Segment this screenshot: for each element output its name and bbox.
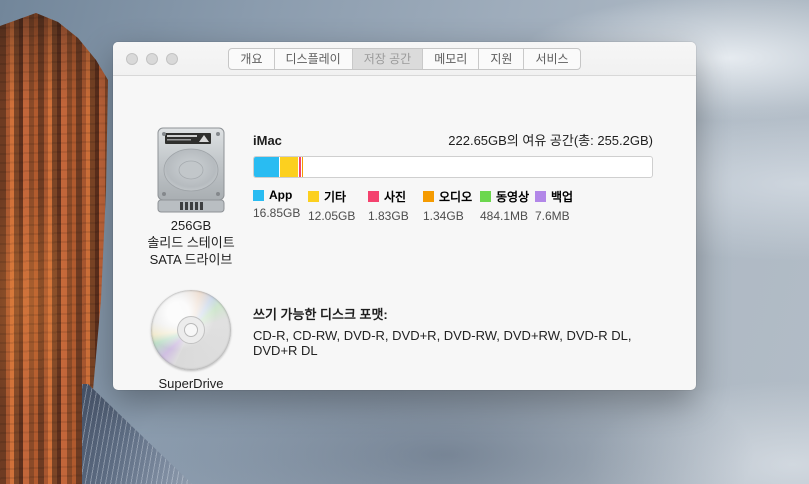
tab-displays[interactable]: 디스플레이 [274,49,352,69]
legend-label-audio: 오디오 [439,188,472,205]
storage-legend: App 16.85GB 기타 12.05GB 사진 1.83GB 오디오 1.34GB 동영상 4… [253,188,653,223]
writable-formats-title: 쓰기 가능한 디스크 포맷: [253,304,653,323]
legend-item-photos: 사진 1.83GB [368,188,423,223]
drive-caption-line: 솔리드 스테이트 [143,234,239,251]
writable-formats-list: CD-R, CD-RW, DVD-R, DVD+R, DVD-RW, DVD+R… [253,328,653,358]
superdrive-name: SuperDrive [139,376,243,391]
tab-bar: 개요디스플레이저장 공간메모리지원서비스 [113,48,696,70]
internal-drive-caption: 256GB 솔리드 스테이트 SATA 드라이브 [143,217,239,268]
storage-segment-backups [305,157,306,177]
legend-item-movies: 동영상 484.1MB [480,188,535,223]
legend-label-backups: 백업 [551,188,573,205]
tab-memory[interactable]: 메모리 [422,49,478,69]
drive-caption-line: 256GB [143,217,239,234]
drive-header-row: iMac 222.65GB의 여유 공간(총: 255.2GB) [253,130,653,149]
legend-value-audio: 1.34GB [423,209,480,223]
storage-usage-bar [253,156,653,178]
legend-label-other: 기타 [324,188,346,205]
legend-value-app: 16.85GB [253,206,308,220]
tab-service[interactable]: 서비스 [523,49,579,69]
window-titlebar[interactable]: 개요디스플레이저장 공간메모리지원서비스 [113,42,696,76]
free-space-text: 222.65GB의 여유 공간(총: 255.2GB) [448,130,653,149]
tab-overview[interactable]: 개요 [229,49,273,69]
legend-value-other: 12.05GB [308,209,368,223]
legend-value-backups: 7.6MB [535,209,580,223]
superdrive-disc-icon [151,290,231,370]
tab-support[interactable]: 지원 [478,49,523,69]
hard-drive-icon [154,126,228,214]
legend-label-photos: 사진 [384,188,406,205]
internal-drive-icon-block: 256GB 솔리드 스테이트 SATA 드라이브 [143,126,239,268]
disc-center-hole [184,323,198,337]
tab-segmented-control: 개요디스플레이저장 공간메모리지원서비스 [228,48,580,70]
legend-color-chip-photos [368,191,379,202]
legend-label-movies: 동영상 [496,188,529,205]
storage-segment-other [280,157,299,177]
superdrive-icon-block: SuperDrive [139,290,243,391]
storage-panel: 256GB 솔리드 스테이트 SATA 드라이브 iMac 222.65GB의 … [113,76,696,390]
legend-color-chip-backups [535,191,546,202]
legend-item-audio: 오디오 1.34GB [423,188,480,223]
about-this-mac-window: 개요디스플레이저장 공간메모리지원서비스 [113,42,696,390]
desktop-background: 개요디스플레이저장 공간메모리지원서비스 [0,0,809,484]
legend-item-app: App 16.85GB [253,188,308,223]
legend-item-other: 기타 12.05GB [308,188,368,223]
legend-value-movies: 484.1MB [480,209,535,223]
storage-segment-app [254,157,280,177]
tab-storage[interactable]: 저장 공간 [352,49,423,69]
legend-value-photos: 1.83GB [368,209,423,223]
legend-label-app: App [269,188,292,202]
legend-item-backups: 백업 7.6MB [535,188,580,223]
legend-color-chip-app [253,190,264,201]
legend-color-chip-other [308,191,319,202]
drive-caption-line: SATA 드라이브 [143,251,239,268]
device-name: iMac [253,133,282,148]
legend-color-chip-audio [423,191,434,202]
wallpaper-mountain-slope [82,384,202,484]
legend-color-chip-movies [480,191,491,202]
